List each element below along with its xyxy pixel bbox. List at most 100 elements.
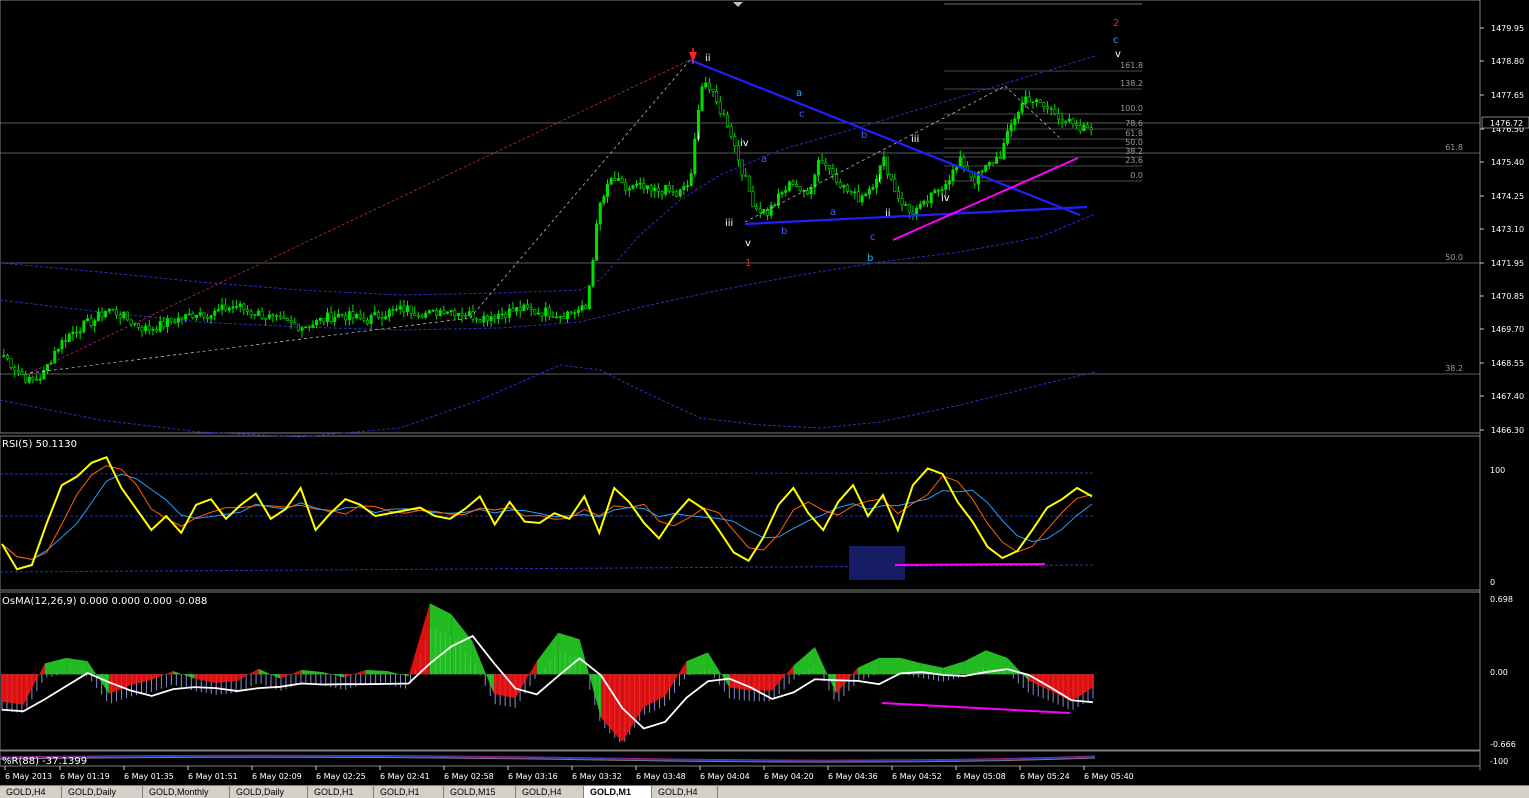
candle-body [373, 312, 377, 316]
price-tick-label: 1475.40 [1491, 158, 1524, 167]
candle-body [96, 311, 100, 321]
candle-body [627, 188, 631, 191]
candle-body [682, 185, 686, 190]
candle-body [180, 317, 184, 320]
candle-body [376, 312, 380, 318]
candle-body [926, 200, 930, 204]
tab-gold-h1[interactable]: GOLD,H1 [308, 786, 374, 798]
candle-body [853, 191, 857, 194]
wave-label: iii [725, 218, 733, 229]
candle-body [558, 316, 562, 318]
candle-body [671, 190, 675, 193]
wave-label: b [867, 253, 873, 264]
candle-body [656, 187, 660, 192]
candle-body [540, 312, 544, 317]
wr-level: -100 [1490, 757, 1508, 766]
time-tick-label: 6 May 04:20 [764, 772, 814, 781]
candle-body [13, 367, 17, 371]
candle-body [740, 159, 744, 176]
candle-body [213, 310, 217, 316]
candle-body [293, 322, 297, 325]
candle-body [409, 305, 413, 314]
candle-body [184, 314, 188, 320]
candle-body [1064, 120, 1068, 123]
candle-body [835, 174, 839, 183]
candle-body [220, 304, 224, 311]
candle-body [351, 311, 355, 319]
candle-body [798, 186, 802, 191]
chart-window[interactable]: 61.8 50.0 38.2 161.8 138.2 100.0 78.6 61.8 50.0 3… [0, 0, 1529, 797]
candle-body [485, 315, 489, 321]
candle-body [285, 318, 289, 321]
candle-body [795, 184, 799, 187]
candle-body [140, 327, 144, 332]
candle-body [60, 340, 64, 350]
rsi-highlight-box [849, 546, 905, 580]
candle-body [733, 136, 737, 146]
candle-body [187, 313, 191, 316]
candle-body [889, 174, 893, 180]
candle-body [700, 86, 704, 111]
chart-canvas[interactable]: 61.850.038.2161.8138.2100.078.661.850.03… [0, 0, 1529, 785]
candle-body [482, 315, 486, 323]
candle-body [420, 315, 424, 318]
candle-body [56, 348, 60, 352]
candle-body [649, 185, 653, 192]
candle-body [856, 191, 860, 203]
candle-body [769, 205, 773, 216]
candle-body [31, 376, 35, 380]
candle-body [304, 326, 308, 329]
tab-gold-daily[interactable]: GOLD,Daily [62, 786, 143, 798]
candle-body [82, 320, 86, 332]
candle-body [5, 355, 9, 360]
candle-body [216, 309, 220, 312]
time-tick-label: 6 May 04:52 [892, 772, 942, 781]
tab-gold-h4[interactable]: GOLD,H4 [0, 786, 62, 798]
wave-label: c [1113, 35, 1119, 46]
candle-body [296, 323, 300, 331]
candle-body [722, 113, 726, 116]
tab-gold-h4[interactable]: GOLD,H4 [652, 786, 718, 798]
candle-body [566, 311, 570, 319]
candle-body [936, 189, 940, 192]
price-tick-label: 1478.80 [1491, 57, 1524, 66]
candle-body [642, 182, 646, 189]
wave-label: i [697, 132, 700, 143]
candle-body [24, 374, 28, 383]
candle-body [1078, 125, 1082, 132]
candle-body [195, 314, 199, 318]
candle-body [638, 182, 642, 185]
candle-body [940, 189, 944, 191]
candle-body [591, 260, 595, 287]
candle-body [380, 317, 384, 320]
tab-gold-monthly[interactable]: GOLD,Monthly [143, 786, 230, 798]
candle-body [624, 182, 628, 191]
candle-body [849, 191, 853, 194]
tab-gold-m15[interactable]: GOLD,M15 [444, 786, 516, 798]
tab-gold-h4[interactable]: GOLD,H4 [516, 786, 584, 798]
tab-gold-m1[interactable]: GOLD,M1 [584, 786, 652, 798]
candle-body [595, 223, 599, 261]
candle-body [173, 320, 177, 323]
candle-body [198, 312, 202, 316]
tab-gold-daily[interactable]: GOLD,Daily [230, 786, 308, 798]
time-tick-label: 6 May 05:24 [1020, 772, 1070, 781]
time-tick-label: 6 May 01:51 [188, 772, 238, 781]
candle-body [824, 162, 828, 166]
candle-body [125, 311, 129, 321]
candle-body [816, 160, 820, 176]
candle-body [387, 309, 391, 317]
candle-body [85, 318, 89, 321]
candle-body [362, 317, 366, 321]
candle-body [1056, 113, 1060, 120]
fib-level-label: 138.2 [1120, 79, 1143, 88]
price-tick-label: 1466.30 [1491, 426, 1524, 435]
candle-body [369, 314, 373, 324]
candle-body [562, 316, 566, 319]
candle-body [918, 203, 922, 209]
price-tick-label: 1471.95 [1491, 259, 1524, 268]
tab-gold-h1[interactable]: GOLD,H1 [374, 786, 444, 798]
osma-title: OsMA(12,26,9) 0.000 0.000 0.000 -0.088 [2, 596, 207, 607]
candle-body [533, 309, 537, 315]
candle-body [1089, 127, 1093, 130]
